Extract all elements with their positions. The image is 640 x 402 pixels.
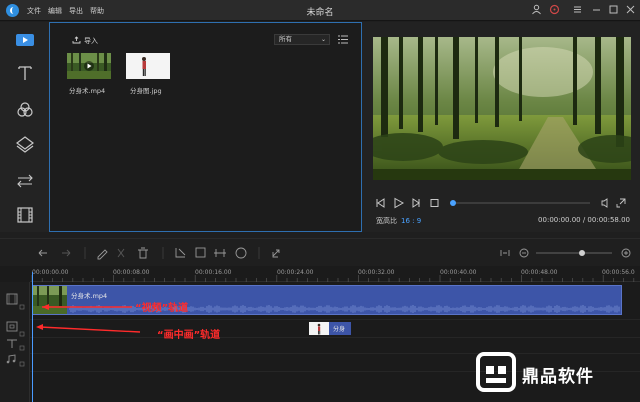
overlay-tool-icon[interactable] <box>14 134 36 156</box>
redo-button[interactable] <box>60 247 72 259</box>
playhead[interactable] <box>32 272 33 402</box>
stop-button[interactable] <box>430 197 440 209</box>
aspect-ratio[interactable]: 宽高比 16 : 9 <box>376 216 421 226</box>
duration-button[interactable] <box>235 247 247 259</box>
message-icon[interactable] <box>548 4 560 16</box>
title-bar: 文件 编辑 导出 帮助 未命名 <box>0 0 640 21</box>
pip-track-annotation: “画中画”轨道 <box>157 330 221 341</box>
film-tool-icon[interactable] <box>14 204 36 226</box>
media-item-video-label: 分身术.mp4 <box>69 87 106 95</box>
crop-button[interactable] <box>174 247 186 259</box>
pip-clip-thumbnail <box>309 322 329 335</box>
tick-label: 00:00:16.00 <box>195 269 232 276</box>
maximize-icon[interactable] <box>607 4 619 16</box>
cut-button[interactable] <box>115 247 127 259</box>
tick-label: 00:00:56.0 <box>602 269 635 276</box>
zoom-out-icon[interactable] <box>518 247 530 259</box>
tick-label: 00:00:24.00 <box>277 269 314 276</box>
progress-handle[interactable] <box>450 200 456 206</box>
zoom-slider-handle[interactable] <box>578 250 585 256</box>
left-tool-strip <box>0 22 50 232</box>
aspect-ratio-label: 宽高比 <box>376 217 397 225</box>
text-track-icon <box>5 338 19 350</box>
menu-icon[interactable] <box>571 4 583 16</box>
video-track[interactable]: 分身术.mp4 <box>30 282 640 320</box>
pip-clip[interactable]: 分身 <box>309 322 351 335</box>
tick-label: 00:00:48.00 <box>521 269 558 276</box>
tick-label: 00:00:32.00 <box>358 269 395 276</box>
clip-thumbnail <box>33 286 67 314</box>
export-clip-button[interactable] <box>271 247 283 259</box>
close-icon[interactable] <box>624 4 636 16</box>
playback-controls <box>362 196 640 210</box>
tick-label: 00:00:40.00 <box>440 269 477 276</box>
window-title: 未命名 <box>306 8 334 18</box>
media-item-image-label: 分身图.jpg <box>130 87 162 95</box>
media-library-panel: 导入 所有 ⌄ 分身术.mp4 分身图.jpg <box>50 22 362 232</box>
pip-track[interactable]: 分身 <box>30 320 640 338</box>
track-headers <box>0 282 30 402</box>
text-tool-icon[interactable] <box>14 62 36 84</box>
prev-frame-button[interactable] <box>375 197 386 209</box>
media-item-video-thumb[interactable] <box>67 53 111 79</box>
watermark-logo-icon <box>476 352 516 392</box>
video-clip-name: 分身术.mp4 <box>71 292 108 300</box>
aspect-ratio-value: 16 : 9 <box>401 217 422 225</box>
undo-button[interactable] <box>37 247 49 259</box>
filter-value: 所有 <box>279 35 292 43</box>
media-item-image-thumb[interactable] <box>126 53 170 79</box>
transition-tool-icon[interactable] <box>14 170 36 192</box>
fullscreen-icon[interactable] <box>616 197 627 209</box>
split-button[interactable] <box>214 247 226 259</box>
volume-icon[interactable] <box>600 197 610 209</box>
media-tab-icon[interactable] <box>16 34 34 46</box>
chevron-down-icon: ⌄ <box>320 36 326 43</box>
fit-timeline-button[interactable] <box>499 247 511 259</box>
filter-dropdown[interactable]: 所有 ⌄ <box>274 34 330 45</box>
time-ruler[interactable]: 00:00:00.00 00:00:08.00 00:00:16.00 00:0… <box>30 266 640 282</box>
edit-button[interactable] <box>96 247 108 259</box>
filter-tool-icon[interactable] <box>14 99 36 121</box>
timecode: 00:00:00.00 / 00:00:58.00 <box>538 216 630 224</box>
music-track-icon <box>5 354 19 366</box>
pip-clip-name: 分身 <box>333 326 346 333</box>
watermark-text: 鼎品软件 <box>522 367 594 387</box>
mosaic-button[interactable] <box>195 247 207 259</box>
delete-button[interactable] <box>137 247 149 259</box>
import-icon <box>72 36 81 44</box>
video-clip[interactable]: 分身术.mp4 <box>32 285 622 315</box>
timeline-toolbar <box>0 238 640 266</box>
import-button[interactable]: 导入 <box>72 36 98 46</box>
import-label: 导入 <box>84 37 98 45</box>
tick-label: 00:00:00.00 <box>32 269 69 276</box>
next-frame-button[interactable] <box>412 197 423 209</box>
minimize-icon[interactable] <box>590 4 602 16</box>
video-track-icon <box>5 292 19 306</box>
tick-label: 00:00:08.00 <box>113 269 150 276</box>
video-preview <box>373 37 631 180</box>
zoom-in-icon[interactable] <box>620 247 632 259</box>
preview-panel: 宽高比 16 : 9 00:00:00.00 / 00:00:58.00 <box>362 22 640 232</box>
video-track-annotation: “视频”轨道 <box>135 303 189 314</box>
pip-track-icon <box>5 320 19 333</box>
watermark: 鼎品软件 <box>440 350 620 394</box>
list-view-icon[interactable] <box>338 35 348 44</box>
user-icon[interactable] <box>530 4 542 16</box>
play-button[interactable] <box>394 197 405 209</box>
